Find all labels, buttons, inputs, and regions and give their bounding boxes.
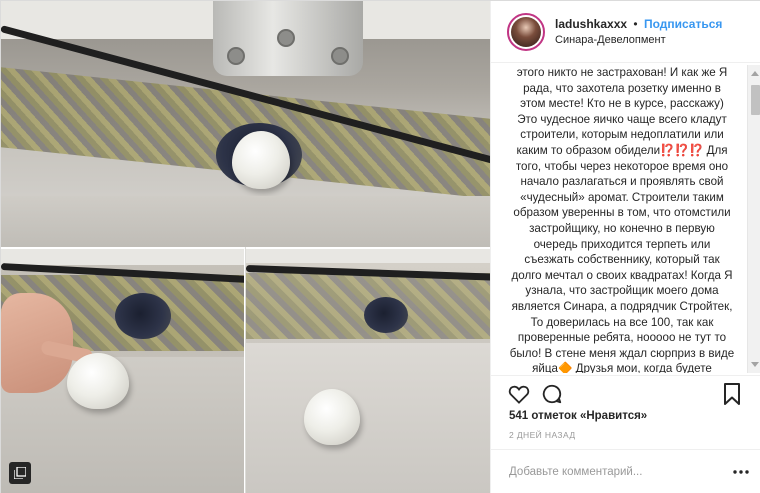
heart-icon[interactable] — [507, 382, 531, 406]
scroll-thumb[interactable] — [751, 85, 760, 115]
username-link[interactable]: ladushkaxxx — [555, 17, 627, 31]
photo-hand-egg — [1, 247, 245, 493]
post-header: ladushkaxxx • Подписаться Синара-Девелоп… — [491, 1, 760, 63]
likes-count[interactable]: 541 отметок «Нравится» — [509, 410, 647, 422]
radiator-pipe — [213, 1, 363, 76]
bookmark-icon[interactable] — [720, 382, 744, 406]
photo-wall-closeup — [1, 1, 490, 247]
egg-in-wall — [232, 131, 290, 189]
post-timestamp[interactable]: 2 ДНЕЙ НАЗАД — [509, 430, 575, 440]
caption-scrollbar[interactable] — [747, 65, 760, 373]
scroll-up-icon[interactable] — [751, 71, 759, 76]
comment-form — [491, 449, 760, 493]
location-link[interactable]: Синара-Девелопмент — [555, 32, 722, 48]
post-sidebar: ladushkaxxx • Подписаться Синара-Девелоп… — [490, 1, 760, 493]
follow-button[interactable]: Подписаться — [644, 17, 722, 31]
scroll-down-icon[interactable] — [751, 362, 759, 367]
post-caption: этого никто не застрахован! И как же Я р… — [509, 66, 735, 373]
comment-icon[interactable] — [540, 382, 564, 406]
post-media[interactable] — [1, 1, 490, 493]
separator-dot: • — [633, 16, 638, 31]
action-bar — [491, 375, 760, 411]
gallery-icon — [9, 462, 31, 484]
photo-egg-floor — [246, 247, 490, 493]
avatar[interactable] — [507, 12, 545, 51]
comment-input[interactable] — [509, 462, 724, 482]
more-dots-icon[interactable] — [732, 463, 750, 481]
instagram-post: ladushkaxxx • Подписаться Синара-Девелоп… — [0, 0, 760, 493]
